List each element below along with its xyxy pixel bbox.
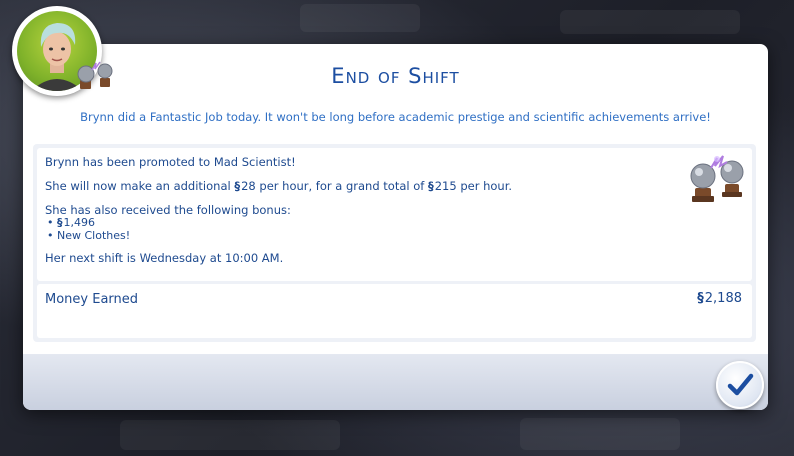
promotion-text: Brynn has been promoted to Mad Scientist… xyxy=(45,155,296,169)
money-earned-box: Money Earned §2,188 xyxy=(37,284,752,338)
background-shape xyxy=(120,420,340,450)
pay-increase: 28 xyxy=(241,179,256,193)
plasma-globe-icon xyxy=(690,155,744,202)
avatar xyxy=(12,6,113,96)
simoleon-icon: § xyxy=(57,216,63,229)
content-panel: Brynn has been promoted to Mad Scientist… xyxy=(33,144,756,342)
end-of-shift-dialog: End of Shift Brynn did a Fantastic Job t… xyxy=(23,44,768,410)
next-shift-text: Her next shift is Wednesday at 10:00 AM. xyxy=(45,251,284,265)
pay-text: She will now make an additional §28 per … xyxy=(45,179,513,193)
confirm-button[interactable] xyxy=(716,361,764,409)
background-shape xyxy=(520,418,680,450)
money-earned-value: §2,188 xyxy=(697,291,742,306)
bonus-item: • New Clothes! xyxy=(47,229,131,242)
dialog-footer xyxy=(23,354,768,410)
bonus-item: • §1,496 xyxy=(47,216,95,229)
pay-total: 215 xyxy=(434,179,457,193)
bonus-heading: She has also received the following bonu… xyxy=(45,203,291,217)
career-badge-icon xyxy=(77,61,113,89)
background-shape xyxy=(300,4,420,32)
checkmark-icon xyxy=(727,373,754,396)
career-details-box: Brynn has been promoted to Mad Scientist… xyxy=(37,148,752,281)
background-shape xyxy=(560,10,740,34)
simoleon-icon: § xyxy=(427,179,434,193)
simoleon-icon: § xyxy=(697,291,704,306)
dialog-subtitle: Brynn did a Fantastic Job today. It won'… xyxy=(80,110,711,124)
money-earned-label: Money Earned xyxy=(45,292,139,307)
simoleon-icon: § xyxy=(234,179,241,193)
dialog-title: End of Shift xyxy=(331,64,460,88)
